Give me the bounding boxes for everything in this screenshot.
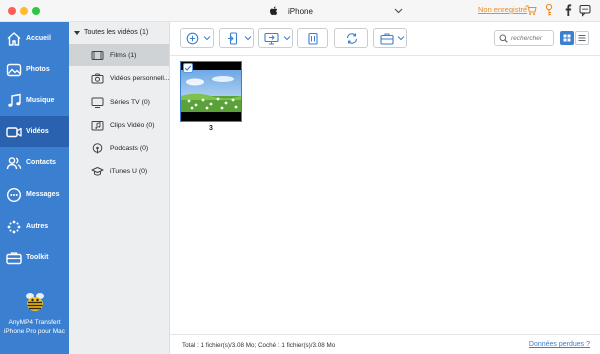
status-summary: Total : 1 fichier(s)/3.08 Mo; Coché : 1 … xyxy=(182,342,336,349)
category-itunes-u[interactable]: iTunes U (0) xyxy=(69,160,169,182)
brand-block: AnyMP4 Transfert iPhone Pro pour Mac xyxy=(0,290,69,336)
sidebar-item-musique[interactable]: Musique xyxy=(0,85,69,116)
facebook-icon[interactable] xyxy=(562,3,574,17)
video-camera-icon xyxy=(6,126,22,137)
music-video-icon xyxy=(91,120,104,130)
category-tv-shows[interactable]: Séries TV (0) xyxy=(69,91,169,113)
toolbox-icon xyxy=(380,33,394,45)
add-button[interactable] xyxy=(180,28,214,48)
category-label: Séries TV (0) xyxy=(110,98,150,106)
brand-name-line1: AnyMP4 Transfert xyxy=(8,319,61,326)
category-tree: Toutes les vidéos (1) Films (1) Vidéos p… xyxy=(69,22,170,354)
video-checkbox[interactable] xyxy=(183,63,193,73)
sidebar-item-autres[interactable]: Autres xyxy=(0,211,69,242)
not-registered-link[interactable]: Non enregistré xyxy=(478,5,527,14)
messages-icon xyxy=(6,187,22,202)
apple-icon xyxy=(270,6,278,16)
category-personal-videos[interactable]: Vidéos personnell... xyxy=(69,67,170,89)
sidebar-item-label: Toolkit xyxy=(26,254,49,261)
key-icon[interactable] xyxy=(543,3,555,17)
tree-root-all-videos[interactable]: Toutes les vidéos (1) xyxy=(74,29,148,36)
sidebar-item-messages[interactable]: Messages xyxy=(0,179,69,210)
category-label: Clips Vidéo (0) xyxy=(110,121,155,129)
category-label: Podcasts (0) xyxy=(110,144,149,152)
zoom-window-button[interactable] xyxy=(32,7,40,15)
toolbox-button[interactable] xyxy=(373,28,407,48)
trash-icon xyxy=(308,32,318,45)
lost-data-link[interactable]: Données perdues ? xyxy=(529,341,590,348)
phone-export-icon xyxy=(228,32,238,45)
contacts-icon xyxy=(6,156,22,169)
sidebar-item-label: Vidéos xyxy=(26,128,49,135)
video-thumbnail xyxy=(181,70,241,112)
graduation-cap-icon xyxy=(91,166,104,175)
toolbar-divider xyxy=(170,55,600,56)
bee-logo-icon xyxy=(25,293,44,311)
list-view-button[interactable] xyxy=(575,31,589,45)
title-bar: iPhone Non enregistré xyxy=(0,0,600,22)
feedback-icon[interactable] xyxy=(579,3,591,17)
chevron-down-icon xyxy=(244,36,252,41)
sidebar-item-toolkit[interactable]: Toolkit xyxy=(0,242,69,273)
sidebar-item-label: Photos xyxy=(26,66,50,73)
export-to-device-button[interactable] xyxy=(219,28,254,48)
category-music-videos[interactable]: Clips Vidéo (0) xyxy=(69,114,169,136)
music-icon xyxy=(8,93,21,107)
category-label: Vidéos personnell... xyxy=(110,74,170,82)
cart-icon[interactable] xyxy=(525,3,537,17)
grid-view-button[interactable] xyxy=(560,31,574,45)
category-podcasts[interactable]: Podcasts (0) xyxy=(69,137,169,159)
toolkit-icon xyxy=(6,251,22,264)
film-icon xyxy=(91,50,104,60)
chevron-down-icon xyxy=(203,36,211,41)
sidebar-item-photos[interactable]: Photos xyxy=(0,54,69,85)
search-input[interactable] xyxy=(511,33,551,44)
sidebar-item-label: Contacts xyxy=(26,159,56,166)
sidebar-item-label: Messages xyxy=(26,191,60,198)
search-box[interactable] xyxy=(494,30,554,46)
disclosure-triangle-icon xyxy=(74,30,80,35)
sidebar-item-label: Autres xyxy=(26,223,49,230)
minimize-window-button[interactable] xyxy=(20,7,28,15)
list-view-icon xyxy=(578,35,586,41)
sidebar-item-accueil[interactable]: Accueil xyxy=(0,23,69,54)
video-thumbnail-card[interactable] xyxy=(180,61,242,122)
device-selector[interactable]: iPhone xyxy=(268,3,403,19)
photos-icon xyxy=(6,63,22,76)
device-name: iPhone xyxy=(288,6,313,16)
camera-icon xyxy=(91,73,104,83)
tree-root-label: Toutes les vidéos (1) xyxy=(84,29,149,36)
grid-view-icon xyxy=(563,34,571,42)
category-label: Films (1) xyxy=(110,51,137,59)
sidebar-item-contacts[interactable]: Contacts xyxy=(0,147,69,178)
refresh-button[interactable] xyxy=(334,28,368,48)
chevron-down-icon xyxy=(394,8,403,14)
home-icon xyxy=(7,31,21,46)
sidebar-item-videos[interactable]: Vidéos xyxy=(0,116,69,147)
delete-button[interactable] xyxy=(297,28,328,48)
computer-export-icon xyxy=(264,32,279,45)
export-to-pc-button[interactable] xyxy=(258,28,293,48)
main-sidebar: Accueil Photos Musique Vidéos Contacts M… xyxy=(0,22,69,354)
others-icon xyxy=(7,220,21,233)
close-window-button[interactable] xyxy=(8,7,16,15)
sidebar-item-label: Accueil xyxy=(26,35,51,42)
podcast-icon xyxy=(92,142,103,153)
tv-icon xyxy=(91,97,104,108)
chevron-down-icon xyxy=(283,36,291,41)
status-bar: Total : 1 fichier(s)/3.08 Mo; Coché : 1 … xyxy=(170,334,600,354)
sidebar-item-label: Musique xyxy=(26,97,55,104)
add-icon xyxy=(186,32,199,45)
brand-name-line2: iPhone Pro pour Mac xyxy=(3,328,66,335)
refresh-icon xyxy=(346,33,358,44)
chevron-down-icon xyxy=(397,36,405,41)
checkmark-icon xyxy=(184,65,192,71)
video-name-label: 3 xyxy=(209,125,213,132)
category-films[interactable]: Films (1) xyxy=(69,44,169,66)
search-icon xyxy=(499,34,508,43)
category-label: iTunes U (0) xyxy=(110,167,148,175)
